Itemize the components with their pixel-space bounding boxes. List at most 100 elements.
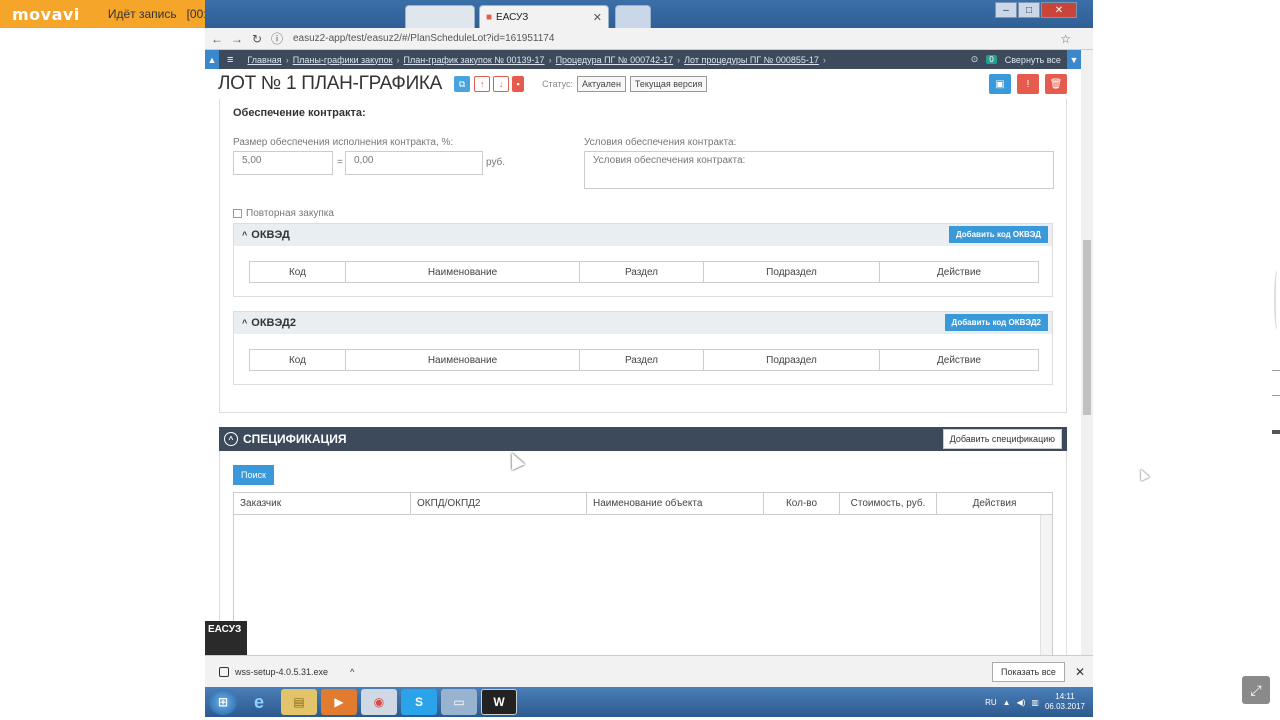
minimize-icon[interactable]: – xyxy=(995,2,1017,18)
arrow-up-icon[interactable]: ▲ xyxy=(205,50,219,69)
status-badge: Актуален xyxy=(577,76,626,92)
word-icon[interactable]: W xyxy=(481,689,517,715)
spec-header[interactable]: ^ СПЕЦИФИКАЦИЯ Добавить спецификацию xyxy=(219,427,1067,451)
okved-title: ОКВЭД xyxy=(251,229,290,241)
conditions-textarea[interactable]: Условия обеспечения контракта: xyxy=(584,151,1054,189)
repeat-purchase-checkbox[interactable] xyxy=(233,209,242,218)
url-field[interactable]: easuz2-app/test/easuz2/#/PlanScheduleLot… xyxy=(293,33,554,44)
trash-icon[interactable]: 🗑 xyxy=(1045,74,1067,94)
equals-sign: = xyxy=(337,157,343,168)
new-tab-button[interactable] xyxy=(615,5,651,28)
maximize-icon[interactable]: □ xyxy=(1018,2,1040,18)
scrollbar-thumb[interactable] xyxy=(1083,240,1091,415)
breadcrumb-item[interactable]: Лот процедуры ПГ № 000855-17 xyxy=(684,55,819,65)
chevron-up-icon[interactable]: ^ xyxy=(242,318,247,328)
col-subsection: Подраздел xyxy=(704,262,880,282)
okved-header[interactable]: ^ ОКВЭД Добавить код ОКВЭД xyxy=(234,224,1052,246)
arrow-down-icon[interactable]: ▼ xyxy=(1067,50,1081,69)
collapse-all-link[interactable]: Свернуть все xyxy=(1005,55,1061,65)
guarantee-percent-input[interactable]: 5,00 xyxy=(233,151,333,175)
repeat-purchase-label: Повторная закупка xyxy=(246,208,334,219)
breadcrumb-item[interactable]: Процедура ПГ № 000742-17 xyxy=(556,55,674,65)
forward-icon[interactable]: → xyxy=(229,32,245,46)
mouse-cursor-icon xyxy=(1136,466,1150,482)
guarantee-amount-input[interactable]: 0,00 xyxy=(345,151,483,175)
breadcrumb-item[interactable]: Планы-графики закупок xyxy=(293,55,393,65)
back-icon[interactable]: ← xyxy=(209,32,225,46)
language-indicator[interactable]: RU xyxy=(985,698,997,707)
collapse-circle-icon[interactable]: ^ xyxy=(224,432,238,446)
col-object-name: Наименование объекта xyxy=(587,493,764,514)
window-icon[interactable]: ▭ xyxy=(441,689,477,715)
move-up-icon[interactable]: ↑ xyxy=(474,76,491,92)
move-down-icon[interactable]: ↓ xyxy=(493,76,510,92)
okved-panel: ^ ОКВЭД Добавить код ОКВЭД Код Наименова… xyxy=(233,223,1053,297)
browser-tabstrip: ■ ЕАСУЗ ✕ – □ ✕ xyxy=(205,0,1093,28)
download-item[interactable]: wss-setup-4.0.5.31.exe ^ xyxy=(219,666,354,677)
add-okved2-button[interactable]: Добавить код ОКВЭД2 xyxy=(944,314,1048,331)
guarantee-section-title: Обеспечение контракта: xyxy=(233,107,366,119)
clock-date: 06.03.2017 xyxy=(1044,702,1085,711)
search-button[interactable]: Поиск xyxy=(233,465,274,485)
info-icon: ⓘ xyxy=(270,32,283,46)
media-icon[interactable]: ▶ xyxy=(321,689,357,715)
breadcrumb-item[interactable]: Главная xyxy=(247,55,281,65)
add-spec-button[interactable]: Добавить спецификацию xyxy=(942,429,1062,449)
repeat-purchase-row: Повторная закупка xyxy=(233,208,334,219)
guarantee-size-label: Размер обеспечения исполнения контракта,… xyxy=(233,137,454,148)
movavi-logo: movavi xyxy=(12,4,80,24)
save-icon[interactable]: ▣ xyxy=(989,74,1011,94)
skype-icon[interactable]: S xyxy=(401,689,437,715)
close-tab-icon[interactable]: ✕ xyxy=(593,11,602,24)
menu-icon[interactable]: ≡ xyxy=(227,54,233,66)
notification-badge[interactable]: 0 xyxy=(986,55,997,64)
title-row: ЛОТ № 1 ПЛАН-ГРАФИКА ⧉ ↑ ↓ ▪ Статус: Акт… xyxy=(205,69,1083,99)
copy-icon[interactable]: ⧉ xyxy=(454,76,471,92)
file-icon xyxy=(219,666,229,677)
browser-tab-inactive[interactable] xyxy=(405,5,475,28)
bookmark-star-icon[interactable]: ☆ xyxy=(1060,32,1071,46)
col-section: Раздел xyxy=(580,350,704,370)
taskbar: ⊞ e ▤ ▶ ◉ S ▭ W RU ▲ ◀) ▥ 14:11 06.03.20… xyxy=(205,687,1093,717)
close-icon[interactable]: ✕ xyxy=(1075,665,1085,679)
close-window-icon[interactable]: ✕ xyxy=(1041,2,1077,18)
app-nav: ▲ ≡ Главная › Планы-графики закупок › План… xyxy=(205,50,1083,69)
browser-tab-active[interactable]: ■ ЕАСУЗ ✕ xyxy=(479,5,609,28)
start-icon[interactable]: ⊞ xyxy=(209,689,237,715)
clock[interactable]: 14:11 06.03.2017 xyxy=(1045,692,1085,712)
col-section: Раздел xyxy=(580,262,704,282)
status-label: Статус: xyxy=(542,79,574,89)
system-tray: RU ▲ ◀) ▥ 14:11 06.03.2017 xyxy=(985,692,1085,712)
tray-arrow-icon[interactable]: ▲ xyxy=(1003,698,1011,707)
download-filename: wss-setup-4.0.5.31.exe xyxy=(235,666,329,677)
add-okved-button[interactable]: Добавить код ОКВЭД xyxy=(948,226,1048,243)
breadcrumb-item[interactable]: План-график закупок № 00139-17 xyxy=(404,55,545,65)
col-okpd: ОКПД/ОКПД2 xyxy=(411,493,587,514)
tab-title: ЕАСУЗ xyxy=(496,11,529,23)
table-scrollbar[interactable] xyxy=(1040,515,1052,656)
lot-form: Обеспечение контракта: Размер обеспечени… xyxy=(219,99,1067,413)
chevron-up-icon[interactable]: ^ xyxy=(242,230,247,240)
chrome-icon[interactable]: ◉ xyxy=(361,689,397,715)
folder-icon[interactable]: ▤ xyxy=(281,689,317,715)
fullscreen-icon[interactable]: ⤢ xyxy=(1242,676,1270,704)
ie-icon[interactable]: e xyxy=(241,689,277,715)
breadcrumb: Главная › Планы-графики закупок › План-гра… xyxy=(247,54,826,65)
easuz-watermark: ЕАСУЗ xyxy=(205,621,247,655)
col-name: Наименование xyxy=(346,350,580,370)
chevron-up-icon[interactable]: ^ xyxy=(350,667,354,677)
volume-icon[interactable]: ◀) xyxy=(1017,698,1026,707)
col-code: Код xyxy=(250,350,346,370)
okved2-header[interactable]: ^ ОКВЭД2 Добавить код ОКВЭД2 xyxy=(234,312,1052,334)
page-scrollbar[interactable] xyxy=(1081,50,1093,655)
reload-icon[interactable]: ↻ xyxy=(249,32,265,46)
okved2-table-header: Код Наименование Раздел Подраздел Действ… xyxy=(249,349,1039,371)
col-quantity: Кол-во xyxy=(764,493,840,514)
col-action: Действие xyxy=(937,354,981,366)
delete-small-icon[interactable]: ▪ xyxy=(512,76,525,92)
alert-icon[interactable]: ! xyxy=(1017,74,1039,94)
network-icon[interactable]: ▥ xyxy=(1031,698,1039,707)
okved2-panel: ^ ОКВЭД2 Добавить код ОКВЭД2 Код Наимено… xyxy=(233,311,1053,385)
show-all-button[interactable]: Показать все xyxy=(991,661,1065,682)
conditions-label: Условия обеспечения контракта: xyxy=(584,137,737,148)
